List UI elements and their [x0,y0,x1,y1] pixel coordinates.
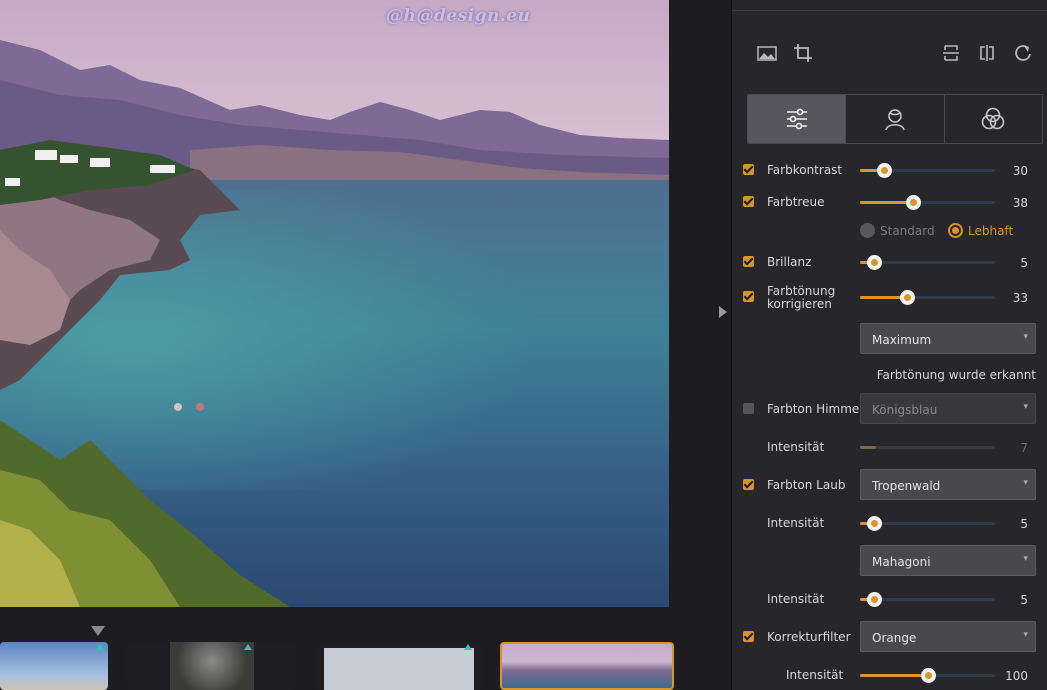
laub-select[interactable]: Tropenwald [860,469,1036,500]
watermark-text: @h@design.eu [386,6,531,26]
lebhaft-radio[interactable] [948,223,963,238]
flip-vertical-icon[interactable] [941,43,961,63]
slider-knob[interactable] [920,668,936,683]
laub-label: Farbton Laub [767,478,846,492]
laub-intensitaet-2-label: Intensität [767,592,825,606]
farbtoenung-value: 33 [1012,291,1028,305]
korrekturfilter-select[interactable]: Orange [860,621,1036,652]
panel-toggle-icon[interactable] [719,306,727,318]
brillanz-checkbox[interactable] [743,256,754,267]
filter-tag-icon [464,644,472,650]
lebhaft-label: Lebhaft [968,224,1014,238]
flip-horizontal-icon[interactable] [977,43,997,63]
tab-bar [747,94,1043,144]
farbtreue-slider[interactable] [860,195,995,210]
farbkontrast-value: 30 [1012,164,1028,178]
farbkontrast-slider[interactable] [860,163,995,178]
laub-select-2[interactable]: Mahagoni [860,545,1036,576]
thumbnail-4-selected[interactable] [500,642,674,690]
portrait-icon [885,109,905,131]
farbtreue-checkbox[interactable] [743,196,754,207]
slider-knob[interactable] [866,255,882,270]
brillanz-label: Brillanz [767,255,812,269]
brillanz-value: 5 [1020,256,1028,270]
tab-adjustments[interactable] [748,95,847,143]
laub-intensitaet-2-value: 5 [1020,593,1028,607]
laub-intensitaet-slider[interactable] [860,516,995,531]
slider-knob[interactable] [877,163,893,178]
farbtoenung-select[interactable]: Maximum [860,323,1036,354]
laub-intensitaet-value: 5 [1020,517,1028,531]
tab-color[interactable] [944,95,1042,143]
farbkontrast-label: Farbkontrast [767,163,843,177]
korrekturfilter-checkbox[interactable] [743,631,754,642]
himmel-intensitaet-slider [860,446,995,449]
image-icon[interactable] [757,43,777,63]
thumbnail-3[interactable] [314,642,484,690]
brillanz-slider[interactable] [860,255,995,270]
divider [732,10,1047,11]
korrekturfilter-label: Korrekturfilter [767,630,851,644]
farbtreue-value: 38 [1012,196,1028,210]
photo-preview[interactable]: @h@design.eu [0,0,669,607]
landscape-photo [0,0,669,607]
farbtoenung-status-text: Farbtönung wurde erkannt [876,368,1036,382]
color-circles-icon [982,107,1005,130]
app-window: @h@design.eu Farbkontrast 30 Farbtreue 3… [0,0,1047,690]
tab-portrait[interactable] [846,95,945,143]
himmel-intensitaet-value: 7 [1020,441,1028,455]
himmel-intensitaet-label: Intensität [767,440,825,454]
laub-checkbox[interactable] [743,479,754,490]
slider-fill [860,201,913,204]
thumbnail-image [324,648,474,690]
rotate-icon[interactable] [1013,43,1033,63]
farbkontrast-checkbox[interactable] [743,164,754,175]
standard-radio[interactable] [860,223,875,238]
slider-knob[interactable] [900,290,916,305]
adjustment-panel: Farbkontrast 30 Farbtreue 38 Standard Le… [731,0,1047,690]
korrektur-intensitaet-value: 100 [1005,669,1028,683]
slider-fill [860,674,928,677]
laub-intensitaet-label: Intensität [767,516,825,530]
filter-tag-icon [96,644,104,650]
sliders-icon [786,108,807,130]
farbtoenung-slider[interactable] [860,290,995,305]
himmel-label: Farbton Himmel [767,402,863,416]
thumbnail-1[interactable] [0,642,108,690]
thumbnail-image [170,642,254,690]
slider-knob[interactable] [866,516,882,531]
slider-fill [860,446,877,449]
korrektur-intensitaet-label: Intensität [786,668,844,682]
slider-knob[interactable] [905,195,921,210]
korrektur-intensitaet-slider[interactable] [860,668,995,683]
slider-knob[interactable] [866,592,882,607]
laub-intensitaet-2-slider[interactable] [860,592,995,607]
filter-tag-icon [244,644,252,650]
himmel-select[interactable]: Königsblau [860,393,1036,424]
filmstrip-marker-icon [91,626,105,636]
crop-icon[interactable] [793,43,813,63]
farbtoenung-label-line2: korrigieren [767,297,832,311]
farbtreue-label: Farbtreue [767,195,825,209]
standard-label: Standard [880,224,935,238]
thumbnail-2[interactable] [126,642,296,690]
farbtoenung-checkbox[interactable] [743,291,754,302]
himmel-checkbox[interactable] [743,403,754,414]
